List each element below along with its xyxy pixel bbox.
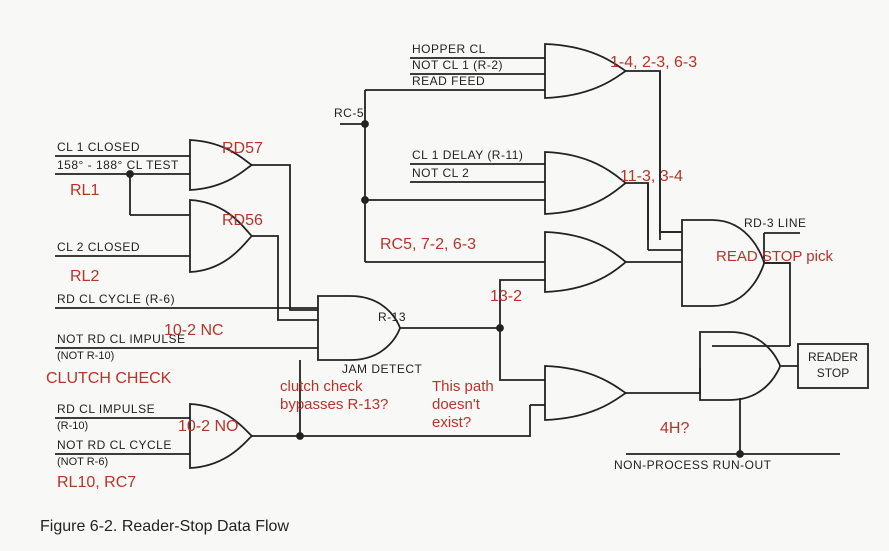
label-rc5: RC-5 [334, 106, 364, 120]
label-rd-cl-impulse: RD CL IMPULSE [57, 402, 155, 416]
anno-clutch-bypass-1: clutch check [280, 378, 363, 395]
label-r13: R-13 [378, 310, 406, 324]
anno-1-4-2-3-6-3: 1-4, 2-3, 6-3 [610, 54, 697, 72]
anno-13-2: 13-2 [490, 288, 522, 306]
label-cl-test: 158° - 188° CL TEST [57, 158, 179, 172]
anno-rd56: RD56 [222, 212, 263, 230]
label-jam-detect: JAM DETECT [342, 362, 422, 376]
anno-rl1: RL1 [70, 182, 99, 200]
reader-stop-box-line1: READER [806, 350, 860, 364]
anno-path-1: This path [432, 378, 494, 395]
anno-path-2: doesn't [432, 396, 480, 413]
label-hopper-cl: HOPPER CL [412, 42, 486, 56]
anno-10-2-nc: 10-2 NC [164, 322, 224, 340]
label-cl1-closed: CL 1 CLOSED [57, 140, 140, 154]
label-non-process-runout: NON-PROCESS RUN-OUT [614, 458, 772, 472]
anno-4h: 4H? [660, 420, 689, 438]
label-not-r6: (NOT R-6) [57, 456, 108, 468]
label-not-r10: (NOT R-10) [57, 350, 114, 362]
anno-rc5-72-63: RC5, 7-2, 6-3 [380, 236, 476, 254]
anno-10-2-no: 10-2 NO [178, 418, 238, 436]
label-r10: (R-10) [57, 420, 88, 432]
diagram-canvas: CL 1 CLOSED 158° - 188° CL TEST CL 2 CLO… [0, 0, 889, 551]
label-rd-cl-cycle: RD CL CYCLE (R-6) [57, 292, 175, 306]
label-rd3-line: RD-3 LINE [744, 216, 807, 230]
label-not-cl2: NOT CL 2 [412, 166, 469, 180]
label-cl2-closed: CL 2 CLOSED [57, 240, 140, 254]
anno-rd57: RD57 [222, 140, 263, 158]
anno-path-3: exist? [432, 414, 471, 431]
anno-11-3-3-4: 11-3, 3-4 [620, 168, 683, 186]
label-not-cl1-r2: NOT CL 1 (R-2) [412, 58, 503, 72]
label-read-feed: READ FEED [412, 74, 485, 88]
anno-read-stop-pick: READ STOP pick [716, 248, 833, 265]
label-cl1-delay: CL 1 DELAY (R-11) [412, 148, 523, 162]
anno-clutch-bypass-2: bypasses R-13? [280, 396, 388, 413]
figure-caption: Figure 6-2. Reader-Stop Data Flow [40, 518, 289, 536]
anno-clutch-check: CLUTCH CHECK [46, 370, 171, 388]
anno-rl2: RL2 [70, 268, 99, 286]
label-not-rd-cl-cycle: NOT RD CL CYCLE [57, 438, 172, 452]
anno-rl10-rc7: RL10, RC7 [57, 474, 136, 492]
reader-stop-box-line2: STOP [806, 366, 860, 380]
